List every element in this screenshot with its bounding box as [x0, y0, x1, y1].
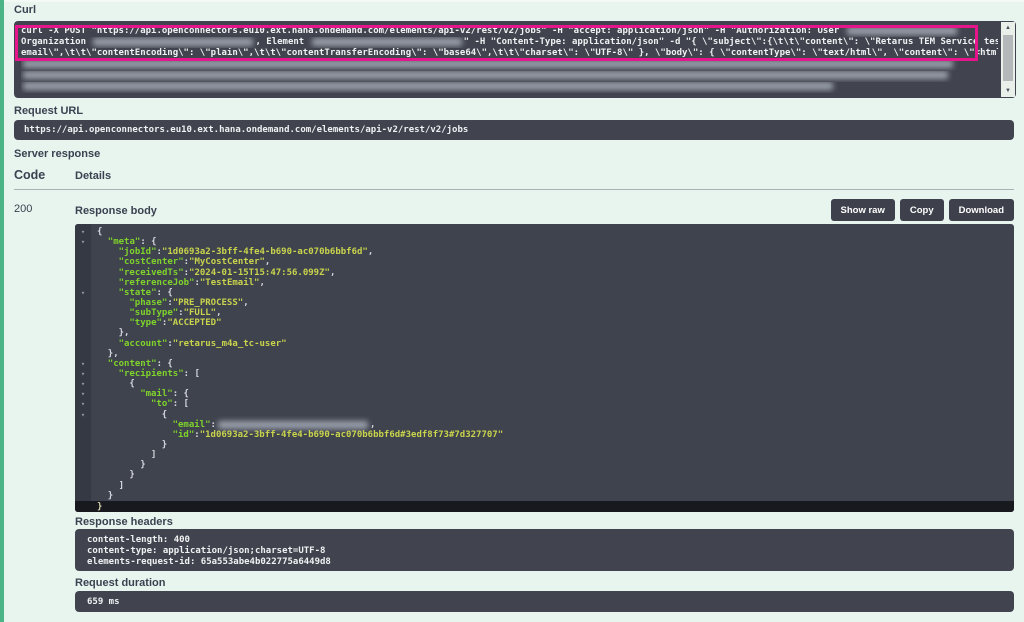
server-response-label: Server response [14, 148, 100, 160]
request-duration-bar: 659 ms [75, 591, 1014, 612]
curl-line: curl -X POST "https://api.openconnectors… [21, 26, 998, 37]
json-line: } [75, 460, 1014, 470]
scroll-up-icon[interactable]: ▲ [1001, 23, 1015, 33]
json-line: ▾"recipients": [ [75, 369, 1014, 379]
collapse-caret-icon[interactable]: ▾ [75, 399, 91, 409]
curl-line [21, 71, 998, 82]
json-line: }, [75, 349, 1014, 359]
curl-scrollbar[interactable]: ▲ ▼ [1001, 22, 1015, 97]
header-line: content-length: 400 [87, 535, 1014, 546]
json-line: ▾{ [75, 410, 1014, 420]
response-json: ▾{▾"meta": {"jobId": "1d0693a2-3bff-4fe4… [75, 227, 1014, 512]
show-raw-button[interactable]: Show raw [831, 199, 895, 221]
response-body-label: Response body [75, 205, 157, 217]
scrollbar-thumb[interactable] [1003, 35, 1013, 81]
response-actions: Show raw Copy Download [831, 199, 1014, 221]
curl-line [21, 60, 998, 71]
json-line: "phase": "PRE_PROCESS", [75, 298, 1014, 308]
download-button[interactable]: Download [949, 199, 1014, 221]
json-line: ] [75, 481, 1014, 491]
json-line: "costCenter": "MyCostCenter", [75, 257, 1014, 267]
curl-line [21, 82, 998, 93]
json-line: ▾"mail": { [75, 389, 1014, 399]
collapse-caret-icon[interactable]: ▾ [75, 227, 91, 237]
json-line: } [75, 470, 1014, 480]
request-url-value: https://api.openconnectors.eu10.ext.hana… [24, 125, 468, 135]
json-line: ▾{ [75, 379, 1014, 389]
request-duration-label: Request duration [75, 577, 165, 589]
request-url-label: Request URL [14, 105, 83, 117]
json-line: } [75, 440, 1014, 450]
redacted-text [93, 38, 253, 46]
redacted-text [23, 60, 953, 68]
copy-button[interactable]: Copy [900, 199, 944, 221]
json-line: } [75, 491, 1014, 501]
top-edge [0, 0, 1024, 2]
json-line: ▾"meta": { [75, 237, 1014, 247]
json-line: ▾"to": [ [75, 399, 1014, 409]
json-line: }, [75, 328, 1014, 338]
curl-command-block[interactable]: curl -X POST "https://api.openconnectors… [14, 21, 1016, 98]
table-divider [14, 189, 1014, 190]
redacted-text [312, 38, 462, 46]
json-line: ▾{ [75, 227, 1014, 237]
json-line: "email": , [75, 420, 1014, 430]
response-headers-block: content-length: 400 content-type: applic… [75, 529, 1014, 571]
json-line: "jobId": "1d0693a2-3bff-4fe4-b690-ac070b… [75, 247, 1014, 257]
header-line: content-type: application/json;charset=U… [87, 546, 1014, 557]
collapse-caret-icon[interactable]: ▾ [75, 410, 91, 420]
redacted-text [23, 82, 833, 90]
curl-line: email\",\t\t\"contentEncoding\": \"plain… [21, 48, 998, 59]
redacted-text [23, 71, 948, 79]
json-line: "subType": "FULL", [75, 308, 1014, 318]
collapse-caret-icon[interactable]: ▾ [75, 359, 91, 369]
opblock-accent-border [0, 0, 4, 622]
json-line: ▾"state": { [75, 288, 1014, 298]
api-response-panel: Curl curl -X POST "https://api.openconne… [0, 0, 1024, 622]
status-code: 200 [14, 203, 32, 215]
redacted-text [847, 27, 957, 35]
redacted-text [218, 421, 368, 429]
code-column-header: Code [14, 168, 45, 182]
collapse-caret-icon[interactable]: ▾ [75, 379, 91, 389]
header-line: elements-request-id: 65a553abe4b022775a6… [87, 557, 1014, 568]
json-line: "referenceJob": "TestEmail", [75, 278, 1014, 288]
response-body-block[interactable]: ▾{▾"meta": {"jobId": "1d0693a2-3bff-4fe4… [75, 224, 1014, 512]
request-url-bar: https://api.openconnectors.eu10.ext.hana… [14, 120, 1014, 140]
json-line: } [75, 501, 1014, 512]
request-duration-value: 659 ms [87, 597, 120, 607]
response-headers-label: Response headers [75, 516, 173, 528]
collapse-caret-icon[interactable]: ▾ [75, 288, 91, 298]
curl-label: Curl [14, 4, 36, 16]
json-line: ] [75, 450, 1014, 460]
curl-line: Organization , Element " -H "Content-Typ… [21, 37, 998, 48]
json-line: "type": "ACCEPTED" [75, 318, 1014, 328]
details-column-header: Details [75, 170, 111, 182]
json-line: ▾"content": { [75, 359, 1014, 369]
json-line: "id": "1d0693a2-3bff-4fe4-b690-ac070b6bb… [75, 430, 1014, 440]
collapse-caret-icon[interactable]: ▾ [75, 369, 91, 379]
curl-command-text: curl -X POST "https://api.openconnectors… [21, 26, 998, 93]
collapse-caret-icon[interactable]: ▾ [75, 237, 91, 247]
json-line: "account": "retarus_m4a_tc-user" [75, 339, 1014, 349]
json-line: "receivedTs": "2024-01-15T15:47:56.099Z"… [75, 268, 1014, 278]
collapse-caret-icon[interactable]: ▾ [75, 389, 91, 399]
scroll-down-icon[interactable]: ▼ [1001, 86, 1015, 96]
